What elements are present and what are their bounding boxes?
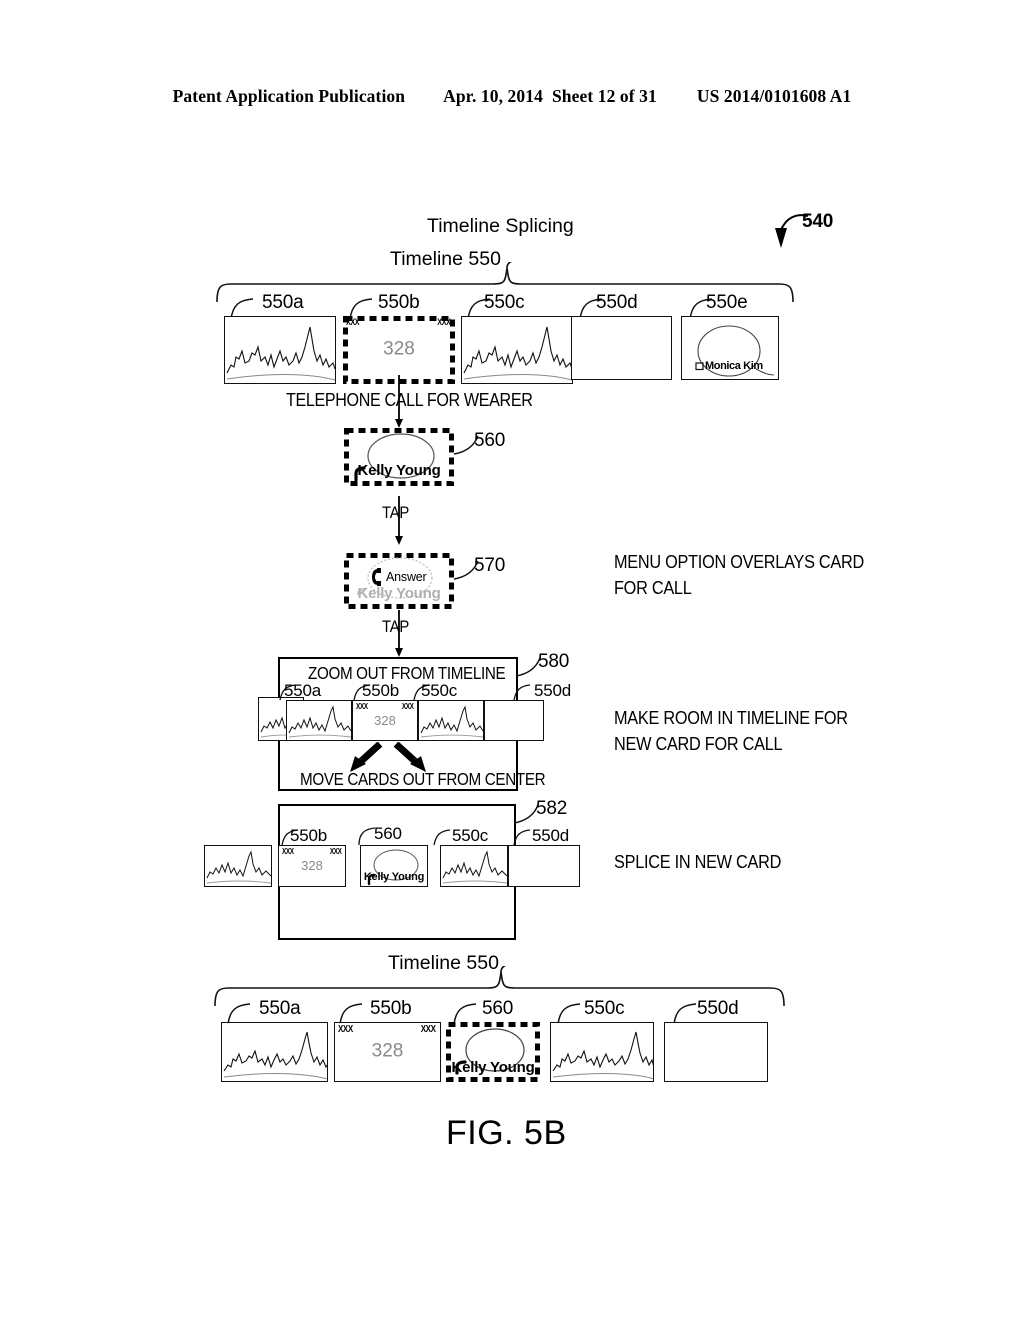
arrow-call-to-560-icon (395, 375, 403, 428)
ref-560-582-label: 560 (374, 824, 402, 843)
card-550c-bottom[interactable] (550, 1022, 654, 1082)
card-550b-top[interactable]: XXX XXX 328 (343, 316, 455, 384)
card-560-bottom[interactable]: Kelly Young (446, 1022, 540, 1082)
card-corner-right-top: XXX (437, 317, 452, 327)
note-580-line2: NEW CARD FOR CALL (614, 733, 783, 754)
card-560-name: Kelly Young (357, 462, 441, 479)
note-570-line1: MENU OPTION OVERLAYS CARD (614, 551, 865, 572)
card-550b-580[interactable]: XXX XXX 328 (352, 700, 418, 741)
note-580-line1: MAKE ROOM IN TIMELINE FOR (614, 707, 848, 728)
skyline-icon (442, 850, 507, 884)
card-550b-582[interactable]: XXX XXX 328 (278, 845, 346, 887)
card-550e-contact-name: Monica Kim (705, 360, 763, 372)
card-corner-right-580: XXX (402, 702, 414, 711)
card-corner-left-582: XXX (282, 847, 294, 856)
publication-date: Apr. 10, 2014 (443, 86, 543, 106)
card-550d-582[interactable] (508, 845, 580, 887)
ref-550c-582-label: 550c (452, 826, 489, 845)
ref-550b-580-label: 550b (362, 681, 400, 700)
box-580-title: ZOOM OUT FROM TIMELINE (308, 663, 506, 683)
card-550c-580[interactable] (418, 700, 484, 741)
ref-550b-top-label: 550b (378, 292, 420, 313)
publication-header: Patent Application Publication Apr. 10, … (0, 86, 1024, 107)
ref-550e-top-label: 550e (706, 292, 748, 313)
card-corner-left-580: XXX (356, 702, 368, 711)
telephone-call-label: TELEPHONE CALL FOR WEARER (286, 389, 533, 410)
patent-number: US 2014/0101608 A1 (696, 86, 852, 106)
skyline-icon (288, 705, 351, 738)
skyline-icon (226, 326, 335, 381)
card-560[interactable]: Kelly Young (344, 428, 454, 486)
card-550a-top[interactable] (224, 316, 336, 384)
ref-560-bottom-label: 560 (482, 998, 514, 1019)
ref-550d-582-label: 550d (532, 826, 570, 845)
card-550c-top[interactable] (461, 316, 573, 384)
card-corner-left-top: XXX (346, 317, 360, 327)
card-560-582-name: Kelly Young (363, 871, 425, 883)
card-560-bottom-name: Kelly Young (451, 1059, 535, 1076)
ref-582-label: 582 (536, 798, 568, 819)
arrow-tap2-icon (395, 610, 403, 657)
ref-550d-top-label: 550d (596, 292, 638, 313)
sheet-number: Sheet 12 of 31 (551, 86, 657, 106)
card-570[interactable]: Answer Kelly Young (344, 553, 454, 609)
figure-caption: FIG. 5B (446, 1114, 567, 1152)
ref-550a-top-label: 550a (262, 292, 304, 313)
ref-550c-top-label: 550c (484, 292, 525, 313)
card-550e-top[interactable]: Monica Kim (681, 316, 779, 380)
card-corner-right-582: XXX (330, 847, 342, 856)
note-582: SPLICE IN NEW CARD (614, 851, 782, 872)
ref-550c-580-label: 550c (421, 681, 458, 700)
card-550c-582[interactable] (440, 845, 508, 887)
card-550d-top[interactable] (571, 316, 672, 380)
card-corner-left-bottom: XXX (338, 1024, 353, 1035)
ref-540-label: 540 (802, 211, 834, 232)
card-number-text: 328 (383, 338, 415, 360)
card-550d-bottom[interactable] (664, 1022, 768, 1082)
card-550b-bottom[interactable]: XXX XXX 328 (334, 1022, 441, 1082)
card-number-text-580: 328 (374, 712, 396, 728)
ref-550a-580-label: 550a (284, 681, 322, 700)
box-580-footer: MOVE CARDS OUT FROM CENTER (300, 769, 546, 789)
skyline-icon (223, 1031, 327, 1080)
card-550a-bottom[interactable] (221, 1022, 328, 1082)
ref-550d-bottom-label: 550d (697, 998, 739, 1019)
card-corner-right-bottom: XXX (421, 1024, 436, 1035)
card-550a-580[interactable] (286, 700, 352, 741)
ref-550a-bottom-label: 550a (259, 998, 301, 1019)
ref-550b-582-label: 550b (290, 826, 328, 845)
arrow-tap1-icon (395, 496, 403, 545)
ref-570-label: 570 (474, 555, 506, 576)
skyline-icon (206, 850, 271, 884)
ref-550d-580-label: 550d (534, 681, 572, 700)
figure-title: Timeline Splicing (427, 215, 574, 237)
card-570-menu-label: Answer (386, 570, 427, 584)
ref-550c-bottom-label: 550c (584, 998, 625, 1019)
ref-580-label: 580 (538, 651, 570, 672)
card-number-text-582: 328 (301, 858, 323, 874)
card-560-582[interactable]: Kelly Young (360, 845, 428, 887)
skyline-icon (420, 705, 483, 738)
skyline-icon (552, 1031, 653, 1080)
ref-560-label: 560 (474, 430, 506, 451)
ref-550b-bottom-label: 550b (370, 998, 412, 1019)
card-550d-580[interactable] (484, 700, 544, 741)
card-582-partial-left[interactable] (204, 845, 272, 887)
skyline-icon (463, 326, 572, 381)
note-570-line2: FOR CALL (614, 577, 692, 598)
card-number-text-bottom: 328 (371, 1040, 404, 1062)
publication-title: Patent Application Publication (172, 86, 406, 106)
card-570-name: Kelly Young (357, 585, 441, 602)
